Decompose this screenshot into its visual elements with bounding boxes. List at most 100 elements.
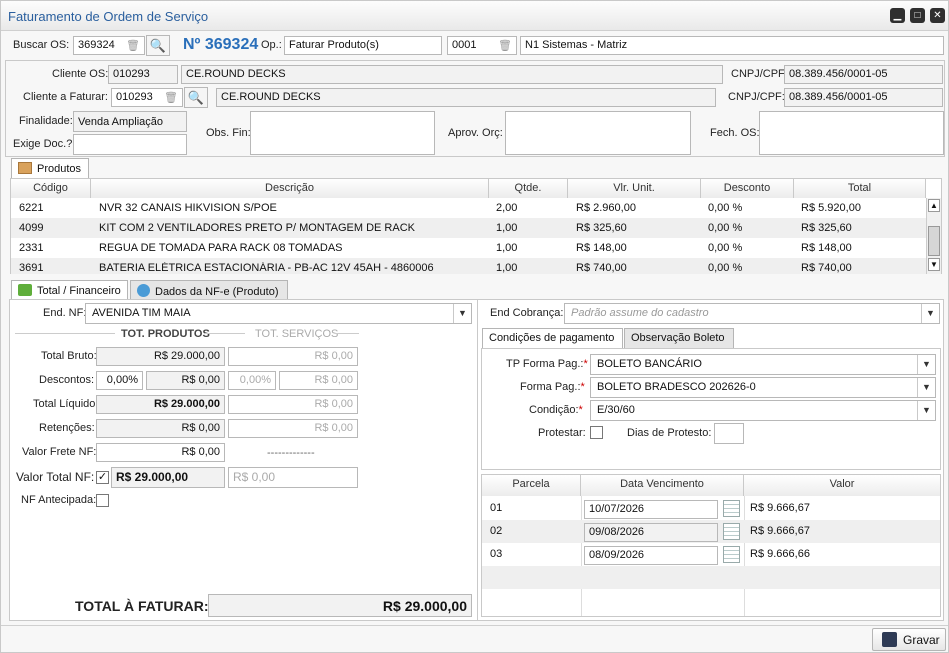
search-icon[interactable]: 🔍 (146, 35, 170, 56)
tab-produtos[interactable]: Produtos (11, 158, 89, 178)
column-header[interactable]: Vlr. Unit. (568, 179, 701, 198)
data-vencimento-input[interactable]: 09/08/2026 (584, 523, 718, 542)
column-header[interactable]: Valor (744, 475, 940, 496)
money-icon (18, 284, 32, 296)
products-body: 6221 NVR 32 CANAIS HIKVISION S/POE 2,00 … (11, 198, 926, 274)
forma-pag-select[interactable]: BOLETO BRADESCO 202626-0 ▼ (590, 377, 936, 398)
empresa-name-field: N1 Sistemas - Matriz (520, 36, 944, 55)
tab-dados-nfe[interactable]: Dados da NF-e (Produto) (130, 280, 288, 300)
total-bruto-serv: R$ 0,00 (228, 347, 358, 366)
scroll-up-icon[interactable]: ▲ (928, 199, 940, 212)
calendar-icon[interactable] (723, 500, 740, 517)
cliente-faturar-name: CE.ROUND DECKS (216, 88, 716, 107)
cell-qtde: 1,00 (496, 222, 518, 234)
cliente-os-name: CE.ROUND DECKS (181, 65, 723, 84)
valor-total-checkbox[interactable]: ✓ (96, 471, 109, 484)
aprov-orc-field[interactable] (505, 111, 691, 155)
cell-desconto: 0,00 % (708, 222, 743, 234)
chevron-down-icon[interactable]: ▼ (917, 355, 935, 374)
cell-unit: R$ 740,00 (576, 262, 627, 274)
table-row[interactable]: 4099 KIT COM 2 VENTILADORES PRETO P/ MON… (11, 218, 926, 238)
table-row[interactable]: 6221 NVR 32 CANAIS HIKVISION S/POE 2,00 … (11, 198, 926, 218)
desconto-pct-serv: 0,00% (228, 371, 276, 390)
exige-doc-field[interactable] (73, 134, 187, 155)
close-icon[interactable]: ✕ (930, 8, 945, 23)
column-header[interactable]: Descrição (91, 179, 489, 198)
divider (15, 333, 115, 334)
column-header[interactable]: Data Vencimento (581, 475, 744, 496)
trash-icon[interactable]: 🗑 (498, 39, 512, 52)
frete-input[interactable]: R$ 0,00 (96, 443, 225, 462)
cliente-faturar-label: Cliente a Faturar: (23, 91, 108, 103)
trash-icon[interactable]: 🗑 (164, 91, 178, 104)
column-header[interactable]: Total (794, 179, 926, 198)
end-cobranca-select[interactable]: Padrão assume do cadastro ▼ (564, 303, 940, 324)
fech-os-field[interactable] (759, 111, 944, 155)
gravar-button[interactable]: Gravar (872, 628, 946, 651)
products-table: Código Descrição Qtde. Vlr. Unit. Descon… (10, 178, 942, 274)
cell-desconto: 0,00 % (708, 262, 743, 274)
column-header[interactable]: Desconto (701, 179, 794, 198)
dias-protesto-input[interactable] (714, 423, 744, 444)
calendar-icon[interactable] (723, 546, 740, 563)
search-icon[interactable]: 🔍 (184, 87, 208, 108)
op-field[interactable]: Faturar Produto(s) (284, 36, 442, 55)
column-header[interactable]: Código (11, 179, 91, 198)
scroll-down-icon[interactable]: ▼ (928, 258, 940, 271)
table-row[interactable]: 03 08/09/2026 R$ 9.666,66 (482, 543, 940, 566)
scroll-thumb[interactable] (928, 226, 940, 256)
cell-qtde: 1,00 (496, 262, 518, 274)
cnpj-label-2: CNPJ/CPF: (728, 91, 785, 103)
cell-parcela: 03 (490, 548, 503, 560)
tp-forma-select[interactable]: BOLETO BANCÁRIO ▼ (590, 354, 936, 375)
data-vencimento-input[interactable]: 08/09/2026 (584, 546, 718, 565)
obs-fin-label: Obs. Fin: (206, 127, 251, 139)
forma-pag-label: Forma Pag.:* (520, 381, 585, 393)
column-header[interactable]: Qtde. (489, 179, 568, 198)
column-header[interactable]: Parcela (482, 475, 581, 496)
finalidade-field: Venda Ampliação (73, 111, 187, 132)
tot-produtos-heading: TOT. PRODUTOS (121, 328, 210, 340)
desconto-pct-prod[interactable]: 0,00% (96, 371, 143, 390)
chevron-down-icon[interactable]: ▼ (917, 378, 935, 397)
cell-valor: R$ 9.666,67 (750, 525, 810, 537)
empresa-code-input[interactable]: 0001 🗑 (447, 36, 517, 55)
retencoes-serv: R$ 0,00 (228, 419, 358, 438)
table-row[interactable]: 3691 BATERIA ELÉTRICA ESTACIONÁRIA - PB-… (11, 258, 926, 274)
minimize-icon[interactable]: ▁ (890, 8, 905, 23)
cell-qtde: 1,00 (496, 242, 518, 254)
scrollbar[interactable]: ▲ ▼ (926, 198, 941, 274)
table-row[interactable]: 01 10/07/2026 R$ 9.666,67 (482, 497, 940, 520)
tab-total-financeiro[interactable]: Total / Financeiro (11, 280, 128, 300)
valor-total-label: Valor Total NF: (16, 470, 95, 484)
tab-observacao-boleto[interactable]: Observação Boleto (624, 328, 734, 348)
end-nf-select[interactable]: AVENIDA TIM MAIA ▼ (85, 303, 472, 324)
trash-icon[interactable]: 🗑 (126, 39, 140, 52)
calendar-icon[interactable] (723, 523, 740, 540)
tab-condicoes-pagamento[interactable]: Condições de pagamento (482, 328, 623, 348)
total-bruto-label: Total Bruto: (41, 350, 97, 362)
table-row[interactable]: 02 09/08/2026 R$ 9.666,67 (482, 520, 940, 543)
table-row[interactable]: 2331 REGUA DE TOMADA PARA RACK 08 TOMADA… (11, 238, 926, 258)
buscar-os-label: Buscar OS: (13, 39, 70, 51)
retencoes-label: Retenções: (39, 422, 95, 434)
save-icon (882, 632, 897, 647)
obs-fin-field[interactable] (250, 111, 435, 155)
chevron-down-icon[interactable]: ▼ (453, 304, 471, 323)
maximize-icon[interactable]: □ (910, 8, 925, 23)
nf-antecipada-checkbox[interactable] (96, 494, 109, 507)
buscar-os-input[interactable]: 369324 🗑 (73, 36, 145, 55)
cliente-faturar-code[interactable]: 010293 🗑 (111, 88, 183, 107)
chevron-down-icon[interactable]: ▼ (921, 304, 939, 323)
data-vencimento-input[interactable]: 10/07/2026 (584, 500, 718, 519)
protestar-checkbox[interactable] (590, 426, 603, 439)
valor-total-prod: R$ 29.000,00 (111, 467, 225, 488)
condicao-select[interactable]: E/30/60 ▼ (590, 400, 936, 421)
os-number: Nº 369324 (183, 36, 259, 53)
desconto-val-prod: R$ 0,00 (146, 371, 225, 390)
cell-total: R$ 740,00 (801, 262, 852, 274)
chevron-down-icon[interactable]: ▼ (917, 401, 935, 420)
cell-valor: R$ 9.666,66 (750, 548, 810, 560)
cell-unit: R$ 325,60 (576, 222, 627, 234)
cell-descricao: BATERIA ELÉTRICA ESTACIONÁRIA - PB-AC 12… (99, 262, 434, 274)
